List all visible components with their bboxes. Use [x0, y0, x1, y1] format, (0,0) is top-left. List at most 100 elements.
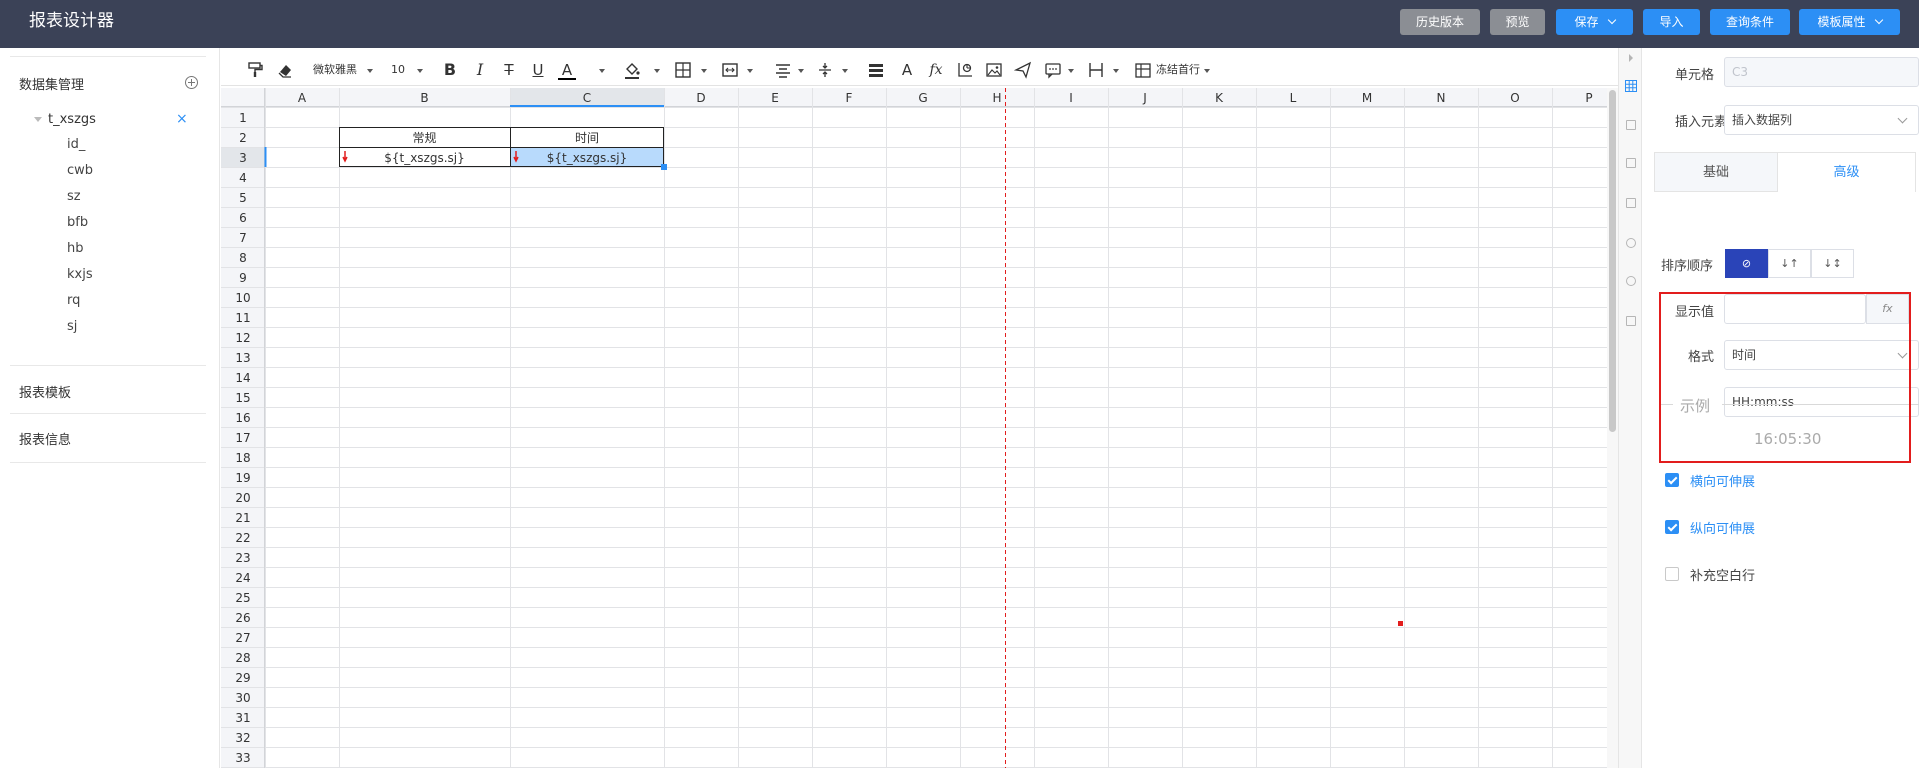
dataset-field-item[interactable]: bfb [67, 215, 88, 230]
horizontal-expand-checkbox[interactable] [1665, 473, 1679, 487]
sort-ascending-button[interactable]: ↓↑ [1768, 249, 1811, 278]
row-header-label: 21 [235, 511, 250, 525]
freeze-icon[interactable] [1135, 60, 1151, 80]
chevron-down-icon [1607, 15, 1616, 25]
scrollbar-thumb[interactable] [1609, 90, 1616, 432]
chevron-down-icon[interactable] [747, 69, 753, 73]
fill-blank-rows-checkbox[interactable] [1665, 567, 1679, 581]
spreadsheet-grid[interactable]: A B C D E F G H I J K L M N O P 1 2 3 4 5 6 7 8 9 10 11 12 13 14 15 16 1… [221, 88, 1607, 768]
preview-button[interactable]: 预览 [1490, 9, 1545, 35]
dataset-field-item[interactable]: cwb [67, 163, 93, 178]
dataset-field-item[interactable]: id_ [67, 137, 85, 152]
column-header-label: F [846, 91, 853, 105]
bold-button[interactable]: B [441, 60, 459, 80]
text-style-button[interactable]: A [898, 60, 916, 80]
sort-none-button[interactable]: ⊘ [1725, 249, 1768, 278]
add-dataset-icon[interactable] [185, 76, 198, 89]
cell-text-B2: 常规 [412, 130, 436, 145]
font-size-select[interactable]: 10 [391, 60, 413, 80]
freeze-first-row-button[interactable]: 冻结首行 [1156, 60, 1204, 80]
sort-descending-button[interactable]: ↓↕ [1811, 249, 1854, 278]
save-button[interactable]: 保存 [1556, 9, 1633, 35]
column-header-label: E [771, 91, 779, 105]
align-center-icon[interactable] [774, 60, 792, 80]
collapse-arrow-icon[interactable] [1627, 54, 1635, 62]
history-version-button[interactable]: 历史版本 [1400, 9, 1480, 35]
row-header-label: 2 [239, 131, 247, 145]
vertical-expand-checkbox[interactable] [1665, 520, 1679, 534]
vertical-expand-label[interactable]: 纵向可伸展 [1690, 518, 1755, 537]
border-icon[interactable] [674, 60, 692, 80]
report-template-header[interactable]: 报表模板 [19, 382, 71, 401]
strikethrough-button[interactable]: T [500, 60, 518, 80]
copy-icon[interactable] [1626, 316, 1636, 326]
dataset-field-item[interactable]: kxjs [67, 267, 93, 282]
chevron-down-icon[interactable] [701, 69, 707, 73]
divider [10, 56, 206, 57]
fill-blank-rows-label[interactable]: 补充空白行 [1690, 565, 1755, 584]
fill-handle[interactable] [661, 164, 667, 170]
column-width-icon[interactable] [1087, 60, 1105, 80]
close-icon[interactable]: × [176, 112, 188, 126]
sort-order-label: 排序顺序 [1661, 259, 1714, 274]
divider [10, 365, 206, 366]
cell-properties-icon[interactable] [1625, 80, 1637, 92]
caret-down-icon[interactable] [34, 117, 42, 122]
dataset-management-header[interactable]: 数据集管理 [19, 74, 84, 93]
row-header-label: 9 [239, 271, 247, 285]
dataset-field-item[interactable]: sj [67, 319, 77, 334]
row-header-label: 19 [235, 471, 250, 485]
font-family-select[interactable]: 微软雅黑 [313, 60, 365, 80]
format-painter-icon[interactable] [246, 60, 264, 80]
column-header-label: I [1069, 91, 1073, 105]
tab-basic[interactable]: 基础 [1655, 153, 1777, 192]
chevron-down-icon[interactable] [1113, 69, 1119, 73]
dataset-field-item[interactable]: sz [67, 189, 81, 204]
tab-advanced[interactable]: 高级 [1777, 153, 1915, 192]
chevron-down-icon[interactable] [798, 69, 804, 73]
fill-color-icon[interactable] [623, 60, 641, 80]
chart-icon[interactable] [956, 60, 974, 80]
chevron-down-icon[interactable] [654, 69, 660, 73]
chevron-down-icon[interactable] [599, 69, 605, 73]
vertical-align-icon[interactable] [816, 60, 834, 80]
cell-field[interactable]: C3 [1724, 57, 1919, 87]
horizontal-expand-label[interactable]: 横向可伸展 [1690, 471, 1755, 490]
grid-canvas[interactable]: A B C D E F G H I J K L M N O P123456789101112131415161… [221, 88, 1607, 768]
data-properties-icon[interactable] [1626, 120, 1636, 130]
row-header-label: 31 [235, 711, 250, 725]
font-color-button[interactable]: A [558, 60, 576, 80]
chevron-down-icon[interactable] [842, 69, 848, 73]
save-label: 保存 [1574, 15, 1599, 29]
insert-element-select[interactable]: 插入数据列 [1724, 105, 1919, 135]
report-info-header[interactable]: 报表信息 [19, 429, 71, 448]
formula-button[interactable]: fx [926, 60, 946, 80]
row-header-label: 13 [235, 351, 250, 365]
comment-icon[interactable] [1044, 60, 1062, 80]
link-icon[interactable] [1626, 276, 1636, 286]
underline-button[interactable]: U [529, 60, 547, 80]
eraser-icon[interactable] [276, 60, 294, 80]
chevron-down-icon[interactable] [417, 69, 423, 73]
layers-icon[interactable] [1626, 238, 1636, 248]
chevron-down-icon[interactable] [1068, 69, 1074, 73]
template-properties-button[interactable]: 模板属性 [1799, 9, 1900, 35]
row-header-label: 22 [235, 531, 250, 545]
query-conditions-button[interactable]: 查询条件 [1710, 9, 1790, 35]
print-properties-icon[interactable] [1626, 158, 1636, 168]
condition-properties-icon[interactable] [1626, 198, 1636, 208]
dataset-field-item[interactable]: rq [67, 293, 80, 308]
image-icon[interactable] [985, 60, 1003, 80]
vertical-scrollbar[interactable] [1607, 88, 1618, 768]
column-header-label: B [420, 91, 428, 105]
italic-button[interactable]: I [471, 60, 489, 80]
merge-cells-icon[interactable] [721, 60, 739, 80]
import-button[interactable]: 导入 [1643, 9, 1700, 35]
wrap-text-icon[interactable] [867, 60, 885, 80]
column-header-P[interactable] [1552, 88, 1607, 107]
chevron-down-icon[interactable] [367, 69, 373, 73]
app-title: 报表设计器 [29, 11, 114, 31]
send-icon[interactable] [1014, 60, 1032, 80]
dataset-field-item[interactable]: hb [67, 241, 84, 256]
chevron-down-icon[interactable] [1204, 69, 1210, 73]
